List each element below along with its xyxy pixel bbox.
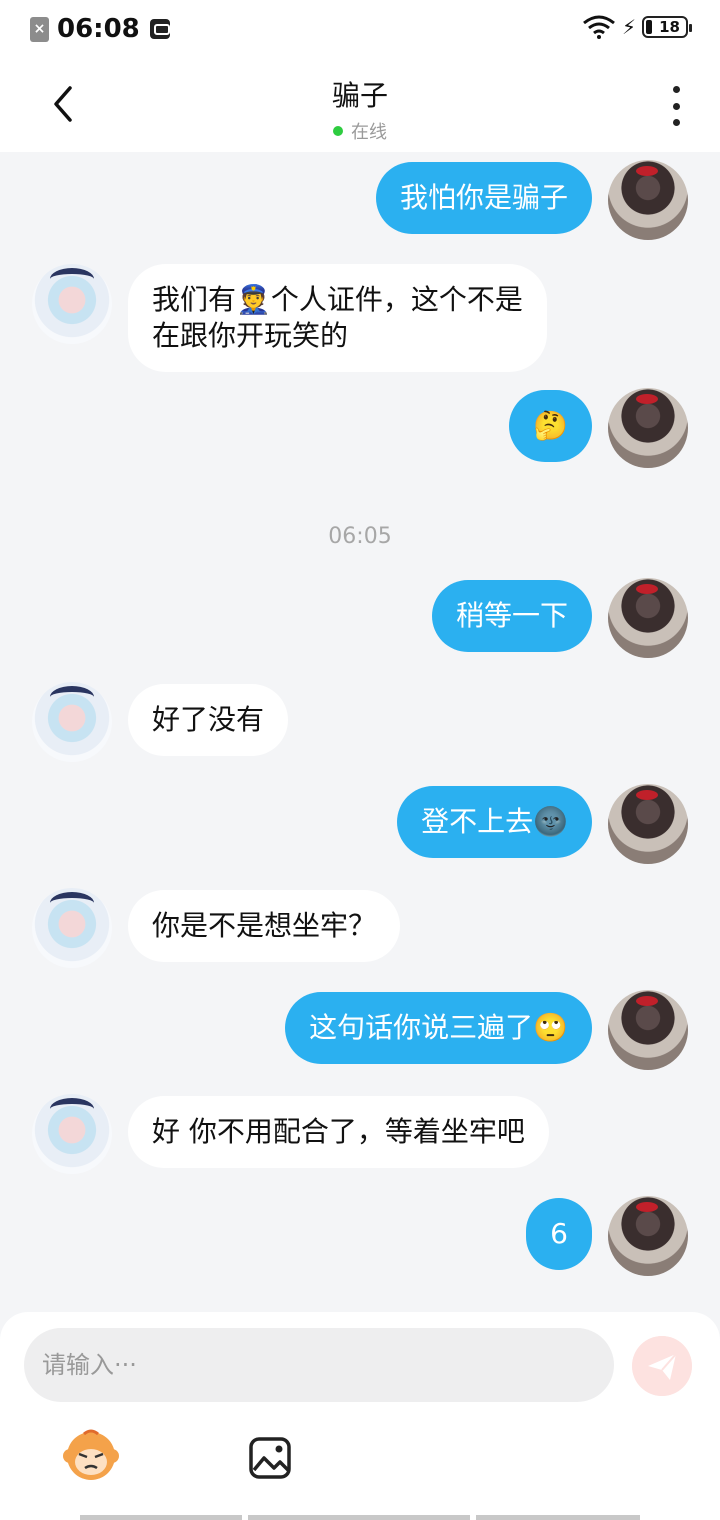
message-input[interactable]: 请输入··· <box>24 1328 614 1402</box>
online-dot-icon <box>333 126 343 136</box>
message-bubble-received[interactable]: 好 你不用配合了，等着坐牢吧 <box>128 1096 549 1168</box>
message-row: 🤔 <box>0 388 720 468</box>
message-row: 好了没有 <box>0 682 720 762</box>
input-area: 请输入··· <box>0 1312 720 1520</box>
my-avatar[interactable] <box>608 388 688 468</box>
message-bubble-received[interactable]: 你是不是想坐牢？ <box>128 890 401 962</box>
my-avatar[interactable] <box>608 578 688 658</box>
message-bubble-sent[interactable]: 登不上去🌚 <box>397 786 592 858</box>
charging-icon: ⚡ <box>621 15 636 39</box>
chat-list[interactable]: 我怕你是骗子 我们有👮个人证件，这个不是 在跟你开玩笑的 🤔 06:05 稍等一… <box>0 152 720 1312</box>
status-left: × 06:08 <box>30 14 170 44</box>
image-picker-icon[interactable] <box>248 1436 292 1480</box>
message-row: 这句话你说三遍了🙄 <box>0 990 720 1070</box>
my-avatar[interactable] <box>608 784 688 864</box>
message-bubble-sent[interactable]: 我怕你是骗子 <box>375 162 592 234</box>
message-bubble-sent[interactable]: 这句话你说三遍了🙄 <box>285 992 592 1064</box>
message-bubble-sent[interactable]: 6 <box>526 1198 592 1270</box>
status-bar: × 06:08 ⚡ 18 <box>0 0 720 56</box>
notification-x-icon: × <box>30 16 49 42</box>
online-status-text: 在线 <box>351 122 387 143</box>
message-bubble-sent[interactable]: 稍等一下 <box>431 580 592 652</box>
my-avatar[interactable] <box>608 160 688 240</box>
contact-avatar[interactable] <box>32 888 112 968</box>
message-bubble-received[interactable]: 好了没有 <box>128 684 289 756</box>
message-row: 登不上去🌚 <box>0 784 720 864</box>
nav-indicator <box>476 1515 640 1520</box>
message-notification-icon <box>149 19 170 39</box>
title-block: 骗子 在线 <box>0 74 720 144</box>
my-avatar[interactable] <box>608 990 688 1070</box>
message-row: 我怕你是骗子 <box>0 160 720 240</box>
message-bubble-sent[interactable]: 🤔 <box>509 390 592 462</box>
nav-indicator <box>248 1515 470 1520</box>
chat-header: 骗子 在线 <box>0 56 720 152</box>
my-avatar[interactable] <box>608 1196 688 1276</box>
message-row: 我们有👮个人证件，这个不是 在跟你开玩笑的 <box>0 264 720 374</box>
nav-indicator <box>80 1515 242 1520</box>
sticker-monkey-icon[interactable] <box>62 1426 120 1484</box>
message-row: 稍等一下 <box>0 578 720 658</box>
online-status: 在线 <box>0 118 720 144</box>
chat-timestamp: 06:05 <box>328 524 392 549</box>
status-time: 06:08 <box>57 14 140 44</box>
battery-level: 18 <box>659 18 680 36</box>
message-row: 6 <box>0 1196 720 1276</box>
battery-icon: 18 <box>642 16 692 38</box>
contact-avatar[interactable] <box>32 1094 112 1174</box>
status-right: ⚡ 18 <box>582 15 692 39</box>
message-row: 你是不是想坐牢？ <box>0 888 720 968</box>
message-bubble-received[interactable]: 我们有👮个人证件，这个不是 在跟你开玩笑的 <box>128 264 547 372</box>
contact-avatar[interactable] <box>32 264 112 344</box>
more-options-icon[interactable] <box>668 86 684 126</box>
contact-avatar[interactable] <box>32 682 112 762</box>
contact-name: 骗子 <box>331 79 388 112</box>
wifi-icon <box>583 15 615 39</box>
message-row: 好 你不用配合了，等着坐牢吧 <box>0 1094 720 1174</box>
send-icon[interactable] <box>632 1336 692 1396</box>
